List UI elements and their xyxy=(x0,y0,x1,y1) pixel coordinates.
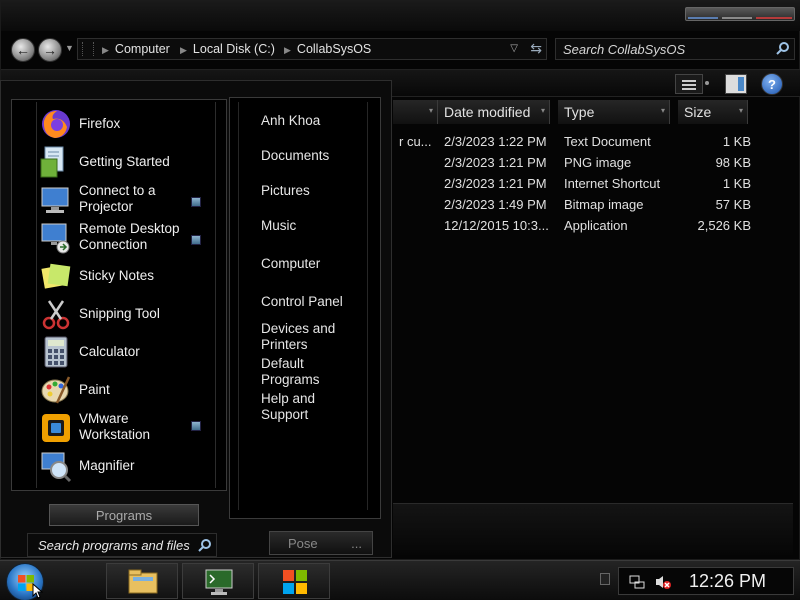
program-firefox[interactable]: Firefox xyxy=(39,105,209,143)
preview-pane-button[interactable] xyxy=(725,74,747,94)
place-help-support[interactable]: Help and Support xyxy=(261,391,315,423)
forward-button[interactable]: → xyxy=(38,38,62,62)
system-tray: 12:26 PM xyxy=(618,567,794,595)
address-bar[interactable]: ▶ Computer ▶ Local Disk (C:) ▶ CollabSysOS … xyxy=(77,38,547,60)
program-calculator[interactable]: Calculator xyxy=(39,333,209,371)
file-row[interactable]: r cu... 2/3/2023 1:22 PM Text Document 1… xyxy=(393,134,793,155)
taskbar-file-explorer[interactable] xyxy=(106,563,178,599)
help-button[interactable]: ? xyxy=(761,73,783,95)
program-magnifier[interactable]: Magnifier xyxy=(39,447,209,485)
column-date-modified[interactable]: Date modified ▾ xyxy=(438,100,550,124)
program-snipping-tool[interactable]: Snipping Tool xyxy=(39,295,209,333)
clock[interactable]: 12:26 PM xyxy=(689,571,766,592)
terminal-icon xyxy=(205,569,233,595)
file-row[interactable]: 12/12/2015 10:3... Application 2,526 KB xyxy=(393,218,793,239)
file-explorer-icon xyxy=(128,569,158,594)
place-devices-printers[interactable]: Devices and Printers xyxy=(261,321,335,353)
column-name[interactable]: ▾ xyxy=(393,100,438,124)
vmware-icon xyxy=(42,414,70,442)
place-documents[interactable]: Documents xyxy=(261,148,329,164)
place-pictures[interactable]: Pictures xyxy=(261,183,310,199)
place-music[interactable]: Music xyxy=(261,218,296,234)
file-row[interactable]: 2/3/2023 1:49 PM Bitmap image 57 KB xyxy=(393,197,793,218)
breadcrumb-computer[interactable]: ▶ Computer xyxy=(102,42,170,56)
projector-icon xyxy=(41,187,69,213)
calculator-icon xyxy=(44,336,68,368)
mouse-cursor-icon xyxy=(32,583,44,599)
maximize-button[interactable] xyxy=(722,17,752,19)
power-button[interactable]: Pose ... xyxy=(269,531,373,555)
program-connect-projector[interactable]: Connect to a Projector xyxy=(39,181,209,219)
taskbar-terminal[interactable] xyxy=(182,563,254,599)
file-row[interactable]: 2/3/2023 1:21 PM Internet Shortcut 1 KB xyxy=(393,176,793,197)
file-list-header: ▾ Date modified ▾ Type ▾ Size ▾ xyxy=(393,100,793,124)
snipping-tool-icon xyxy=(42,300,70,330)
window-controls xyxy=(685,7,795,21)
program-remote-desktop[interactable]: Remote Desktop Connection xyxy=(39,219,209,257)
program-sticky-notes[interactable]: Sticky Notes xyxy=(39,257,209,295)
file-row[interactable]: 2/3/2023 1:21 PM PNG image 98 KB xyxy=(393,155,793,176)
close-button[interactable] xyxy=(756,17,792,19)
place-default-programs[interactable]: Default Programs xyxy=(261,356,320,388)
breadcrumb-collabsysos[interactable]: ▶ CollabSysOS xyxy=(284,42,371,56)
recent-pages-dropdown-icon[interactable]: ▼ xyxy=(65,43,74,53)
taskbar: 12:26 PM xyxy=(0,560,800,600)
remote-desktop-icon xyxy=(41,223,70,254)
magnifier-icon xyxy=(41,452,72,483)
change-view-button[interactable] xyxy=(675,74,703,94)
sticky-notes-icon xyxy=(41,263,71,289)
column-type[interactable]: Type ▾ xyxy=(558,100,670,124)
place-computer[interactable]: Computer xyxy=(261,256,320,272)
start-search-input[interactable]: Search programs and files xyxy=(27,533,217,557)
jumplist-arrow-icon[interactable] xyxy=(191,421,201,431)
windows-logo-icon xyxy=(283,570,307,594)
computer-location-icon xyxy=(82,42,94,56)
navigation-bar: ← → ▼ ▶ Computer ▶ Local Disk (C:) ▶ Collab… xyxy=(1,33,800,65)
breadcrumb-local-disk[interactable]: ▶ Local Disk (C:) xyxy=(180,42,275,56)
firefox-icon xyxy=(42,110,70,138)
title-bar[interactable] xyxy=(1,1,800,31)
search-icon[interactable] xyxy=(776,41,790,55)
show-hidden-icons-button[interactable] xyxy=(600,573,610,585)
search-input[interactable]: Search CollabSysOS xyxy=(555,38,795,60)
refresh-icon[interactable]: ⇆ xyxy=(530,40,542,57)
getting-started-icon xyxy=(40,146,64,178)
volume-muted-icon[interactable] xyxy=(655,574,671,590)
minimize-button[interactable] xyxy=(688,17,718,19)
program-paint[interactable]: Paint xyxy=(39,371,209,409)
search-icon[interactable] xyxy=(198,538,212,552)
place-user-folder[interactable]: Anh Khoa xyxy=(261,113,320,129)
place-control-panel[interactable]: Control Panel xyxy=(261,294,343,310)
power-options-arrow[interactable]: ... xyxy=(351,536,362,551)
back-button[interactable]: ← xyxy=(11,38,35,62)
program-vmware-workstation[interactable]: VMware Workstation xyxy=(39,409,209,447)
start-menu: Firefox Getting Started Connect to a Pro… xyxy=(0,80,392,558)
program-getting-started[interactable]: Getting Started xyxy=(39,143,209,181)
all-programs-button[interactable]: Programs xyxy=(49,504,199,526)
column-size[interactable]: Size ▾ xyxy=(678,100,748,124)
details-pane xyxy=(393,503,793,555)
paint-icon xyxy=(41,376,71,404)
network-icon[interactable] xyxy=(629,574,645,590)
taskbar-windows[interactable] xyxy=(258,563,330,599)
address-dropdown-icon[interactable]: ▽ xyxy=(510,43,518,54)
view-options-dropdown-icon[interactable] xyxy=(705,81,709,85)
